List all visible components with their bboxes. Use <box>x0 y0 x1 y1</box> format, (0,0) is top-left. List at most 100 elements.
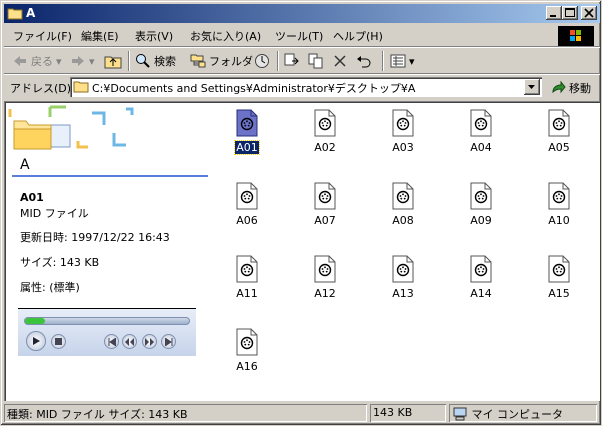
move-to-button[interactable] <box>284 51 300 71</box>
file-name: A01 <box>234 140 260 155</box>
views-button[interactable]: ▾ <box>390 51 415 71</box>
rewind-button[interactable] <box>122 334 137 349</box>
file-item[interactable]: A09 <box>451 178 511 244</box>
maximize-button[interactable] <box>562 6 578 20</box>
folders-icon <box>190 54 206 68</box>
folder-icon <box>7 8 23 20</box>
midi-file-icon <box>548 182 570 210</box>
menu-favorites[interactable]: お気に入り(A) <box>190 28 261 44</box>
status-zone: マイ コンピュータ <box>449 404 597 422</box>
midi-file-icon <box>314 182 336 210</box>
title-bar[interactable]: A <box>4 4 600 23</box>
back-arrow-icon <box>14 56 26 66</box>
file-item[interactable]: A03 <box>373 105 433 171</box>
status-zone-label: マイ コンピュータ <box>471 408 564 421</box>
undo-icon <box>357 56 371 68</box>
file-name: A14 <box>470 287 492 300</box>
file-name: A06 <box>236 214 258 227</box>
midi-file-icon <box>392 109 414 137</box>
midi-file-icon <box>470 109 492 137</box>
folder-icon <box>73 81 89 93</box>
minimize-icon <box>550 15 556 17</box>
file-name: A16 <box>236 360 258 373</box>
file-item[interactable]: A10 <box>529 178 589 244</box>
menu-tools[interactable]: ツール(T) <box>275 28 323 44</box>
file-item[interactable]: A12 <box>295 251 355 317</box>
back-button[interactable]: 戻る ▾ <box>12 51 62 71</box>
file-item[interactable]: A05 <box>529 105 589 171</box>
history-icon <box>255 54 269 68</box>
previous-button[interactable] <box>104 334 119 349</box>
seek-progress <box>25 318 45 324</box>
file-item[interactable]: A06 <box>217 178 277 244</box>
midi-file-icon <box>236 109 258 137</box>
modified-date: 更新日時: 1997/12/22 16:43 <box>20 231 170 244</box>
explorer-window: A ファイル(F) 編集(E) 表示(V) お気に入り(A) ツール(T) ヘル… <box>0 0 602 426</box>
file-size: サイズ: 143 KB <box>20 256 100 269</box>
dropdown-arrow-icon: ▾ <box>56 54 62 68</box>
up-folder-button[interactable] <box>104 51 122 71</box>
file-item[interactable]: A02 <box>295 105 355 171</box>
copy-to-button[interactable] <box>308 51 324 71</box>
standard-toolbar: 戻る ▾ ▾ 検索 フォルダ ▾ <box>4 48 600 74</box>
forward-button[interactable]: ▾ <box>70 51 95 71</box>
menu-file[interactable]: ファイル(F) <box>13 28 72 44</box>
status-size: 143 KB <box>370 404 446 422</box>
file-item[interactable]: A07 <box>295 178 355 244</box>
folder-name: A <box>20 157 30 173</box>
midi-file-icon <box>236 328 258 356</box>
file-name: A04 <box>470 141 492 154</box>
play-button[interactable] <box>26 331 46 351</box>
file-item[interactable]: A14 <box>451 251 511 317</box>
file-name: A15 <box>548 287 570 300</box>
details-pane: A A01 MID ファイル 更新日時: 1997/12/22 16:43 サイ… <box>6 103 208 399</box>
file-item[interactable]: A15 <box>529 251 589 317</box>
go-button[interactable]: 移動 <box>550 80 591 96</box>
address-input[interactable]: C:¥Documents and Settings¥Administrator¥… <box>70 77 542 97</box>
folders-button[interactable]: フォルダ <box>190 51 253 71</box>
undo-button[interactable] <box>356 51 372 71</box>
back-label: 戻る <box>31 55 53 68</box>
midi-file-icon <box>548 255 570 283</box>
midi-file-icon <box>548 109 570 137</box>
file-item[interactable]: A08 <box>373 178 433 244</box>
menu-view[interactable]: 表示(V) <box>135 28 173 44</box>
history-button[interactable] <box>254 51 270 71</box>
next-icon <box>164 337 172 346</box>
move-to-icon <box>284 53 299 66</box>
file-name: A11 <box>236 287 258 300</box>
file-item[interactable]: A04 <box>451 105 511 171</box>
stop-button[interactable] <box>51 334 66 349</box>
file-name: A10 <box>548 214 570 227</box>
file-attributes: 属性: (標準) <box>20 281 80 294</box>
rewind-icon <box>125 337 134 346</box>
delete-button[interactable] <box>332 51 348 71</box>
file-name: A03 <box>392 141 414 154</box>
file-item[interactable]: A11 <box>217 251 277 317</box>
menu-edit[interactable]: 編集(E) <box>81 28 119 44</box>
midi-file-icon <box>236 255 258 283</box>
file-name: A09 <box>470 214 492 227</box>
file-name: A13 <box>392 287 414 300</box>
menu-help[interactable]: ヘルプ(H) <box>333 28 383 44</box>
file-name: A05 <box>548 141 570 154</box>
midi-file-icon <box>314 109 336 137</box>
minimize-button[interactable] <box>546 6 562 20</box>
file-item[interactable]: A13 <box>373 251 433 317</box>
fast-forward-icon <box>145 337 154 346</box>
file-name: A07 <box>314 214 336 227</box>
close-button[interactable] <box>581 6 597 20</box>
search-button[interactable]: 検索 <box>135 51 176 71</box>
previous-icon <box>108 337 116 346</box>
midi-file-icon <box>236 182 258 210</box>
file-item[interactable]: A01 <box>217 105 277 171</box>
next-button[interactable] <box>161 334 176 349</box>
views-icon <box>390 54 406 68</box>
chevron-down-icon <box>528 85 535 89</box>
fast-forward-button[interactable] <box>142 334 157 349</box>
midi-file-icon <box>392 182 414 210</box>
file-item[interactable]: A16 <box>217 324 277 390</box>
address-dropdown-button[interactable] <box>524 79 540 95</box>
seek-bar[interactable] <box>24 317 190 325</box>
dropdown-arrow-icon: ▾ <box>89 54 95 68</box>
